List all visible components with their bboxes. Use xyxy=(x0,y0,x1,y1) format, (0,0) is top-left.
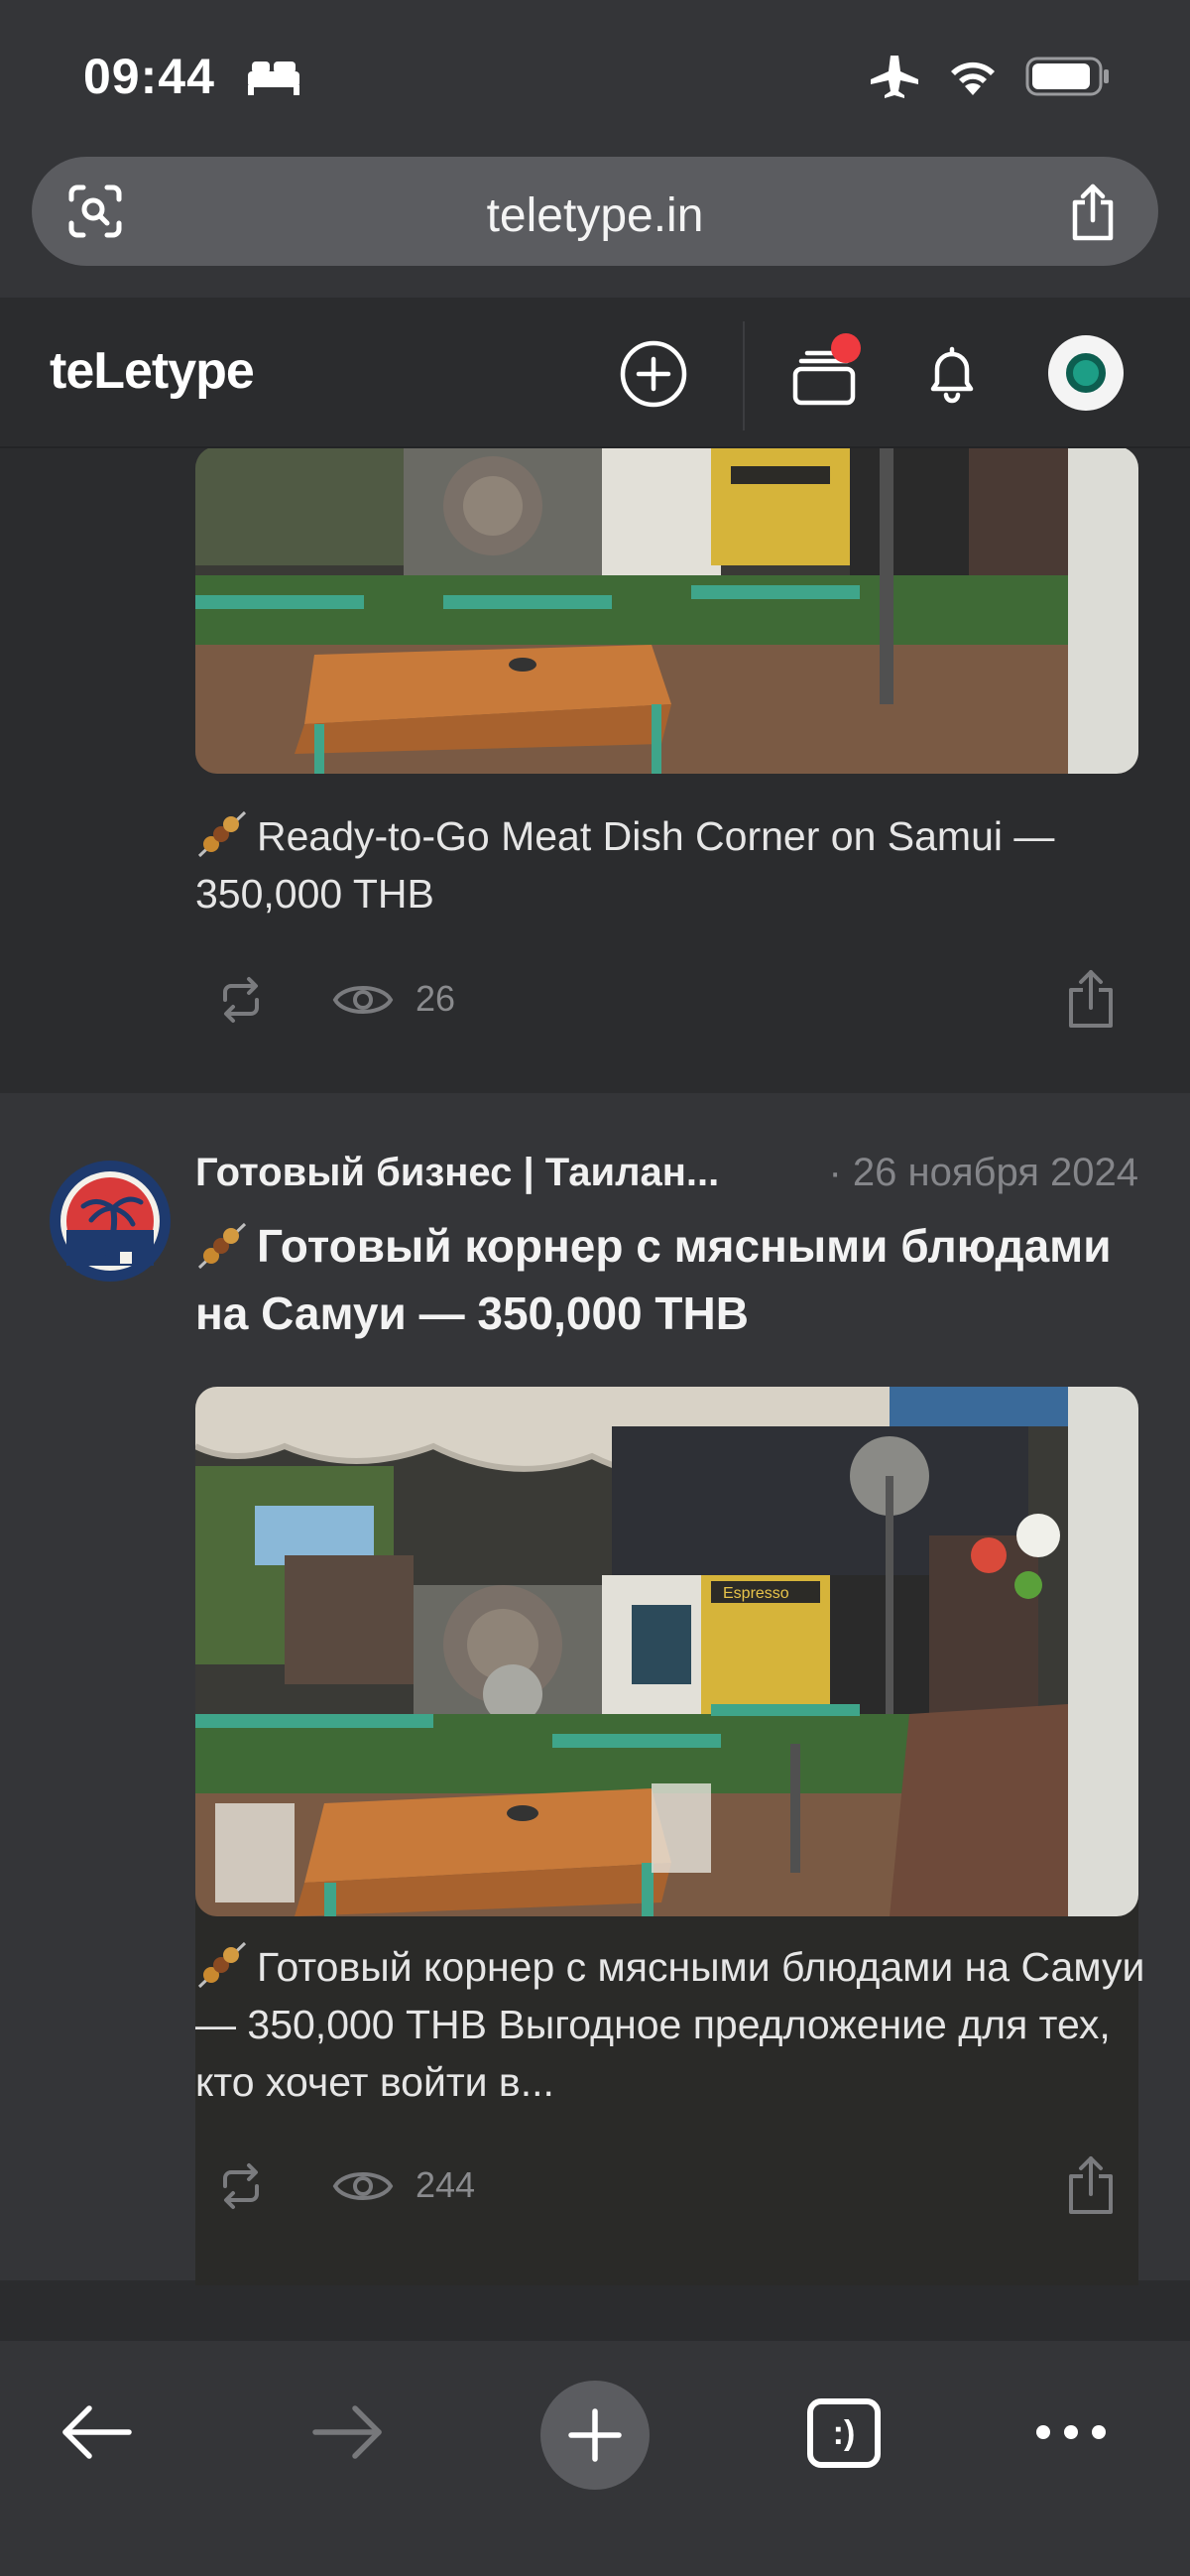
author-avatar[interactable] xyxy=(50,1161,171,1282)
palm-logo-icon xyxy=(60,1171,160,1271)
post-excerpt[interactable]: Ready-to-Go Meat Dish Corner on Samui — … xyxy=(195,807,1147,922)
post-excerpt[interactable]: Готовый корнер с мясными блюдами на Саму… xyxy=(195,1938,1147,2111)
post-date: · 26 ноября 2024 xyxy=(828,1151,1139,1194)
wifi-icon xyxy=(951,61,995,95)
skewer-emoji-icon xyxy=(197,810,247,858)
header-divider xyxy=(743,321,745,430)
repost-icon[interactable] xyxy=(215,974,267,1026)
views-eye-icon xyxy=(332,986,394,1014)
post-title[interactable]: Готовый корнер с мясными блюдами на Саму… xyxy=(195,1212,1147,1347)
card-separator xyxy=(0,2285,1190,2341)
tabs-button[interactable]: :) xyxy=(807,2398,881,2468)
share-post-icon[interactable] xyxy=(1065,968,1117,1030)
post-image[interactable] xyxy=(195,448,1138,774)
airplane-mode-icon xyxy=(871,56,918,98)
repost-icon[interactable] xyxy=(215,2160,267,2212)
skewer-emoji-icon xyxy=(197,1222,247,1270)
post-actions: 244 xyxy=(195,2147,1138,2226)
status-time: 09:44 xyxy=(83,49,215,104)
post-card: Ready-to-Go Meat Dish Corner on Samui — … xyxy=(0,448,1190,1093)
teletype-logo[interactable]: teLetype xyxy=(50,341,255,401)
post-image-cafe[interactable]: Espresso xyxy=(195,1387,1138,1916)
bell-icon[interactable] xyxy=(917,339,987,409)
share-icon[interactable] xyxy=(1067,183,1119,242)
views-count: 244 xyxy=(416,2164,476,2205)
url-text[interactable]: teletype.in xyxy=(32,188,1158,243)
views-count: 26 xyxy=(416,978,456,1019)
skewer-emoji-icon xyxy=(197,1941,247,1989)
new-tab-button[interactable] xyxy=(540,2381,650,2490)
back-arrow-icon[interactable] xyxy=(60,2400,135,2464)
avatar-image xyxy=(1066,353,1106,393)
post-actions: 26 xyxy=(195,960,1138,1040)
sleep-focus-icon xyxy=(248,61,299,95)
forward-arrow-icon[interactable] xyxy=(309,2400,385,2464)
author-name[interactable]: Готовый бизнес | Таилан... xyxy=(195,1151,719,1195)
status-bar: 09:44 xyxy=(0,0,1190,149)
user-avatar[interactable] xyxy=(1048,335,1124,411)
new-post-icon[interactable] xyxy=(619,339,688,409)
battery-icon xyxy=(1025,57,1109,96)
more-dots-icon[interactable] xyxy=(1031,2412,1111,2452)
address-bar[interactable]: teletype.in xyxy=(32,157,1158,266)
browser-toolbar: :) xyxy=(0,2341,1190,2576)
notification-badge xyxy=(831,333,861,363)
espresso-sign: Espresso xyxy=(723,1585,789,1602)
app-header: teLetype xyxy=(0,298,1190,448)
views-eye-icon xyxy=(332,2172,394,2200)
browser-address-area: teletype.in xyxy=(0,149,1190,298)
plus-icon xyxy=(568,2408,622,2462)
share-post-icon[interactable] xyxy=(1065,2154,1117,2216)
